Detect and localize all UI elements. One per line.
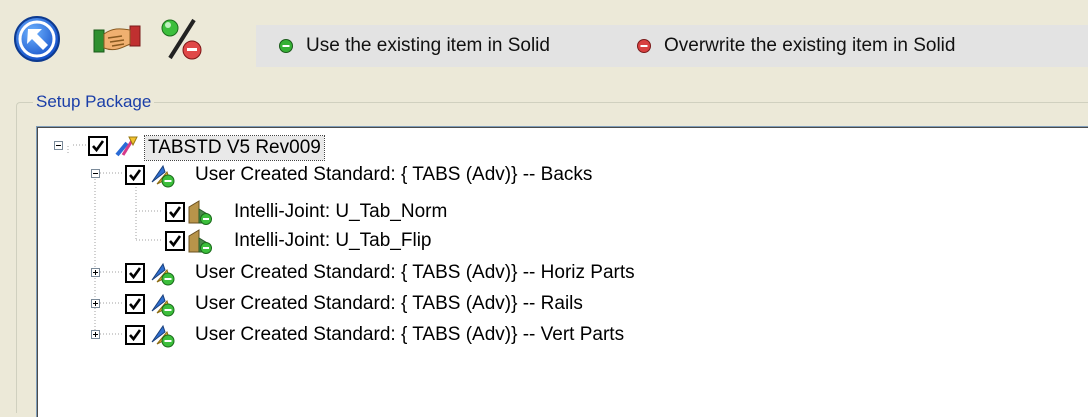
legend-bar: Use the existing item in Solid Overwrite… (256, 25, 1088, 67)
back-button[interactable] (12, 14, 62, 64)
checkbox[interactable] (125, 263, 145, 283)
package-tools-icon (115, 136, 138, 157)
checkbox[interactable] (125, 325, 145, 345)
tree-node-label: Intelli-Joint: U_Tab_Flip (234, 230, 432, 251)
tree-node-intelli-joint[interactable]: Intelli-Joint: U_Tab_Norm (37, 198, 537, 226)
standard-icon (151, 262, 175, 286)
checkbox[interactable] (165, 202, 185, 222)
tree-node-intelli-joint[interactable]: Intelli-Joint: U_Tab_Flip (37, 227, 537, 255)
checkbox[interactable] (125, 294, 145, 314)
tree-node-standard[interactable]: User Created Standard: { TABS (Adv)} -- … (37, 258, 737, 286)
standard-icon (151, 324, 175, 348)
tree-node-label: User Created Standard: { TABS (Adv)} -- … (195, 293, 583, 314)
handshake-button[interactable] (92, 14, 142, 64)
tree-node-root[interactable]: TABSTD V5 Rev009 (37, 131, 437, 161)
package-tree[interactable]: TABSTD V5 Rev009 User Created Standard: … (36, 126, 1088, 417)
standard-icon (151, 293, 175, 317)
handshake-icon (93, 25, 141, 53)
expand-toggle[interactable] (91, 268, 100, 277)
intelli-joint-icon (188, 229, 212, 254)
tree-node-label: Intelli-Joint: U_Tab_Norm (234, 201, 448, 222)
collapse-toggle[interactable] (91, 169, 100, 178)
intelli-joint-icon (188, 200, 212, 225)
legend-use-existing-label: Use the existing item in Solid (306, 35, 550, 56)
green-dot-icon (279, 39, 293, 53)
checkbox[interactable] (125, 165, 145, 185)
legend-overwrite-label: Overwrite the existing item in Solid (664, 35, 956, 56)
tree-node-standard[interactable]: User Created Standard: { TABS (Adv)} -- … (37, 161, 737, 189)
tree-node-label: User Created Standard: { TABS (Adv)} -- … (195, 164, 593, 185)
collapse-toggle[interactable] (54, 141, 63, 150)
red-dot-icon (637, 39, 651, 53)
toolbar: Use the existing item in Solid Overwrite… (0, 0, 1088, 92)
percent-icon (161, 18, 202, 60)
tree-node-label: User Created Standard: { TABS (Adv)} -- … (195, 262, 635, 283)
setup-package-title: Setup Package (36, 92, 152, 111)
tree-node-standard[interactable]: User Created Standard: { TABS (Adv)} -- … (37, 320, 737, 348)
standard-icon (151, 164, 175, 188)
checkbox[interactable] (88, 136, 108, 156)
expand-toggle[interactable] (91, 330, 100, 339)
tree-node-label: TABSTD V5 Rev009 (144, 135, 325, 161)
checkbox[interactable] (165, 231, 185, 251)
percent-button[interactable] (156, 14, 206, 64)
tree-node-standard[interactable]: User Created Standard: { TABS (Adv)} -- … (37, 289, 737, 317)
expand-toggle[interactable] (91, 299, 100, 308)
back-arrow-icon (14, 16, 60, 62)
tree-node-label: User Created Standard: { TABS (Adv)} -- … (195, 324, 625, 345)
